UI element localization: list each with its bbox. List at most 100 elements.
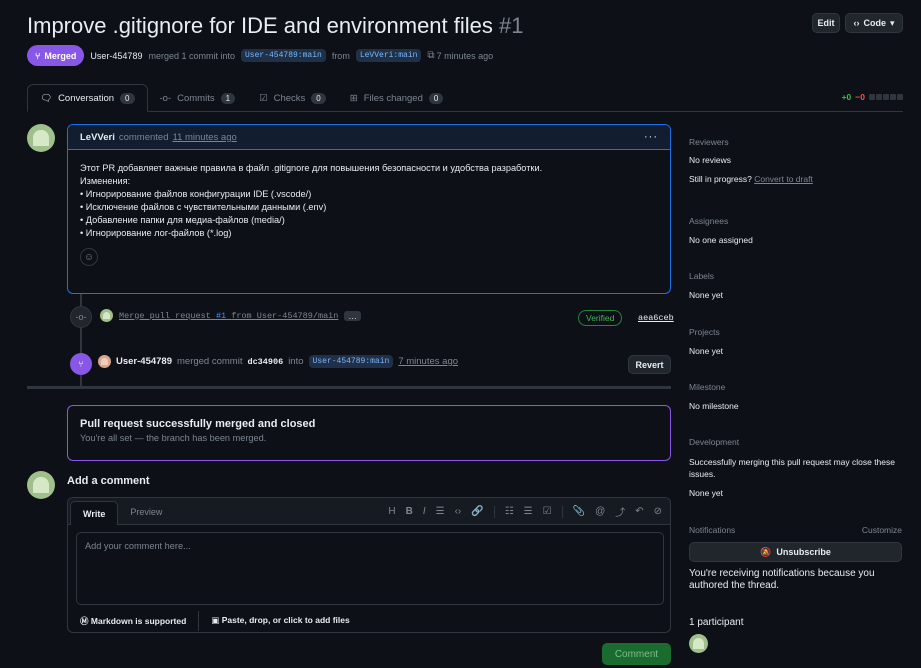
checks-icon: ☑ [259, 92, 268, 104]
attach-files-link[interactable]: ▣ Paste, drop, or click to add files [211, 615, 349, 626]
markdown-link[interactable]: Ⓜ Markdown is supported [80, 615, 186, 627]
milestone-label[interactable]: Milestone [689, 382, 902, 392]
merge-icon: ⑂ [70, 353, 92, 375]
tab-commits-label: Commits [177, 92, 215, 104]
markdown-toolbar: H B I ☰ ‹› 🔗 ☷ ☰ ☑ 📎 @ ⤴ ↶ ⊘ [388, 504, 662, 519]
tab-conversation-label: Conversation [58, 92, 115, 104]
notifications-label: Notifications [689, 525, 736, 535]
numbered-list-icon[interactable]: ☷ [505, 506, 514, 517]
sidebar-projects: Projects None yet [689, 327, 902, 356]
commit-expand-button[interactable]: … [344, 310, 361, 321]
tab-files-changed[interactable]: ⊞ Files changed 0 [338, 84, 456, 112]
caret-down-icon: ▾ [889, 17, 895, 28]
reply-icon[interactable]: ↶ [635, 506, 643, 517]
merged-status-badge: ⑂ Merged [27, 45, 85, 66]
meta-from-text: from [331, 50, 350, 61]
projects-value: None yet [689, 346, 724, 356]
pr-tabs: 🗨 Conversation 0 -o- Commits 1 ☑ Checks 0 ⊞ Fil… [27, 84, 903, 112]
comment-line: • Исключение файлов с чувствительными да… [80, 202, 327, 212]
add-comment-heading: Add a comment [67, 475, 150, 487]
comment-time[interactable]: 11 minutes ago [173, 132, 237, 143]
bold-icon[interactable]: B [406, 506, 413, 517]
merge-into-text: into [288, 356, 304, 367]
merge-target-branch[interactable]: User-454789:main [308, 355, 394, 368]
tab-checks[interactable]: ☑ Checks 0 [247, 84, 338, 112]
unsubscribe-button[interactable]: 🔕 Unsubscribe [689, 542, 902, 562]
commit-message-b: from User-454789/main [231, 310, 339, 321]
pr-title-text: Improve .gitignore for IDE and environme… [27, 13, 493, 38]
comment-line: • Игнорирование файлов конфигурации IDE … [80, 189, 312, 199]
smiley-icon[interactable]: ☺ [80, 248, 98, 266]
current-user-avatar[interactable] [27, 471, 55, 499]
comment-line: • Игнорирование лог-файлов (*.log) [80, 228, 232, 238]
preview-tab[interactable]: Preview [118, 500, 174, 524]
task-list-icon[interactable]: ☑ [543, 506, 552, 517]
link-icon[interactable]: 🔗 [471, 506, 483, 517]
attach-icon[interactable]: 📎 [573, 506, 585, 517]
commit-icon: -o- [159, 92, 172, 104]
write-tab[interactable]: Write [70, 501, 119, 525]
in-progress-text: Still in progress? [689, 174, 752, 184]
meta-merged-text: merged 1 commit into [148, 50, 235, 61]
reference-icon[interactable]: ⤴ [615, 504, 625, 519]
merge-commit-sha[interactable]: dc34906 [247, 357, 283, 367]
commit-message-a: Merge pull request [119, 310, 211, 321]
diffstat-blocks [869, 94, 903, 100]
development-label[interactable]: Development [689, 437, 902, 447]
commit-sha-link[interactable]: aea6ceb [638, 313, 674, 323]
markdown-label: Markdown is supported [90, 615, 187, 626]
unordered-list-icon[interactable]: ☰ [524, 506, 533, 517]
diffstat-deletions: −0 [855, 92, 865, 102]
code-icon: ‹› [853, 18, 860, 28]
tab-files-label: Files changed [363, 92, 423, 104]
revert-button[interactable]: Revert [628, 355, 671, 374]
merger-avatar[interactable] [98, 355, 111, 368]
pr-title: Improve .gitignore for IDE and environme… [27, 13, 524, 39]
conversation-icon: 🗨 [40, 92, 53, 104]
code-button[interactable]: ‹› Code ▾ [845, 13, 903, 33]
head-branch[interactable]: LeVVeri:main [355, 49, 422, 62]
participant-avatar[interactable] [689, 634, 708, 653]
sidebar-labels: Labels None yet [689, 271, 902, 300]
slash-command-icon[interactable]: ⊘ [654, 506, 662, 517]
customize-link[interactable]: Customize [862, 525, 902, 535]
commit-message[interactable]: Merge pull request #1 from User-454789/m… [119, 311, 338, 321]
pr-meta: ⑂ Merged User-454789 merged 1 commit into… [27, 45, 493, 66]
convert-to-draft-link[interactable]: Convert to draft [754, 174, 813, 184]
development-value: None yet [689, 488, 724, 498]
meta-author[interactable]: User-454789 [90, 51, 142, 61]
merged-status-subtitle: You're all set — the branch has been mer… [80, 433, 267, 443]
author-avatar[interactable] [27, 124, 55, 152]
comment-textarea[interactable]: Add your comment here... [76, 532, 664, 605]
assignees-label[interactable]: Assignees [689, 216, 902, 226]
copy-icon[interactable]: ⧉ [427, 50, 434, 61]
comment-submit-button[interactable]: Comment [602, 643, 671, 665]
edit-button[interactable]: Edit [812, 13, 840, 33]
commit-avatar[interactable] [100, 309, 113, 322]
tab-conversation[interactable]: 🗨 Conversation 0 [27, 84, 148, 112]
tab-checks-count: 0 [311, 92, 326, 104]
merge-time[interactable]: 7 minutes ago [398, 356, 458, 367]
base-branch[interactable]: User-454789:main [241, 49, 326, 62]
labels-label[interactable]: Labels [689, 271, 902, 281]
code-icon[interactable]: ‹› [455, 506, 462, 517]
kebab-menu-icon[interactable]: ··· [644, 131, 658, 143]
pr-description-comment: LeVVeri commented 11 minutes ago ··· Это… [67, 124, 671, 294]
comment-body: Этот PR добавляет важные правила в файл … [68, 150, 670, 278]
verified-badge[interactable]: Verified [578, 310, 623, 326]
diffstat-additions: +0 [841, 92, 852, 102]
heading-icon[interactable]: H [388, 506, 395, 517]
sidebar-development: Development Successfully merging this pu… [689, 437, 902, 498]
merged-status-box: Pull request successfully merged and clo… [67, 405, 671, 461]
comment-author[interactable]: LeVVeri [80, 132, 115, 143]
merger-user[interactable]: User-454789 [116, 356, 172, 367]
notifications-reason: You're receiving notifications because y… [689, 568, 875, 591]
projects-label[interactable]: Projects [689, 327, 902, 337]
comment-editor: Write Preview H B I ☰ ‹› 🔗 ☷ ☰ ☑ 📎 @ ⤴ ↶… [67, 497, 671, 633]
quote-icon[interactable]: ☰ [436, 506, 445, 517]
meta-time: 7 minutes ago [436, 50, 494, 61]
reviewers-label[interactable]: Reviewers [689, 137, 902, 147]
mention-icon[interactable]: @ [595, 506, 605, 517]
tab-commits[interactable]: -o- Commits 1 [148, 84, 248, 112]
italic-icon[interactable]: I [423, 506, 426, 517]
